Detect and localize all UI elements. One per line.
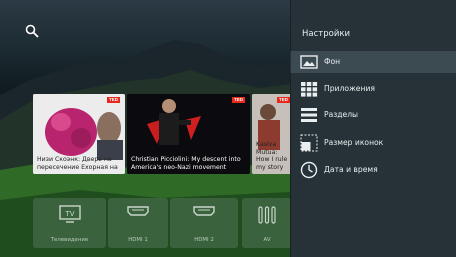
video-card[interactable]: TED Низи Скоэнк: Дверь на пересечение Ех… [33,94,125,174]
input-hdmi-2[interactable]: HDMI 2 [170,198,238,248]
settings-item-label: Приложения [324,84,375,93]
image-icon [300,55,318,69]
input-tv[interactable]: TV Телевидение [33,198,106,248]
settings-item-label: Фон [324,57,341,66]
hdmi-icon [127,206,149,216]
svg-text:TV: TV [64,210,74,218]
input-label: Телевидение [50,237,89,243]
card-caption: Christian Picciolini: My descent into Am… [131,156,241,171]
settings-item-sections[interactable]: Разделы [290,104,456,126]
settings-item-background[interactable]: Фон [290,51,456,73]
settings-panel: Настройки Фон Приложения Разделы Размер … [290,0,456,257]
ted-badge: TED [107,97,120,103]
card-caption: Kasiva Mutua: How I rule my story [256,141,288,171]
video-card[interactable]: TED Kasiva Mutua: How I rule my story [252,94,292,174]
input-av[interactable]: AV [242,198,292,248]
sections-icon [301,108,317,122]
panel-divider [290,0,291,257]
icon-size-icon [300,134,318,152]
input-hdmi-1[interactable]: HDMI 1 [108,198,168,248]
input-label: AV [263,237,271,243]
settings-item-label: Размер иконок [324,138,384,147]
tv-icon: TV [58,205,81,223]
card-caption: Низи Скоэнк: Дверь на пересечение Ехорна… [37,156,118,171]
av-icon [258,206,276,224]
input-label: HDMI 2 [194,237,214,243]
ted-badge: TED [232,97,245,103]
settings-item-date-time[interactable]: Дата и время [290,159,456,181]
video-card-focused[interactable]: TED Christian Picciolini: My descent int… [127,94,250,174]
clock-icon [300,161,318,179]
settings-item-apps[interactable]: Приложения [290,78,456,100]
settings-item-icon-size[interactable]: Размер иконок [290,132,456,154]
input-label: HDMI 1 [128,237,148,243]
settings-item-label: Дата и время [324,165,378,174]
settings-item-label: Разделы [324,110,359,119]
apps-grid-icon [301,82,318,97]
hdmi-icon [193,206,215,216]
search-icon[interactable] [25,24,39,38]
ted-badge: TED [277,97,290,103]
tv-launcher-screen: TED Низи Скоэнк: Дверь на пересечение Ех… [0,0,456,257]
settings-title: Настройки [302,29,351,39]
